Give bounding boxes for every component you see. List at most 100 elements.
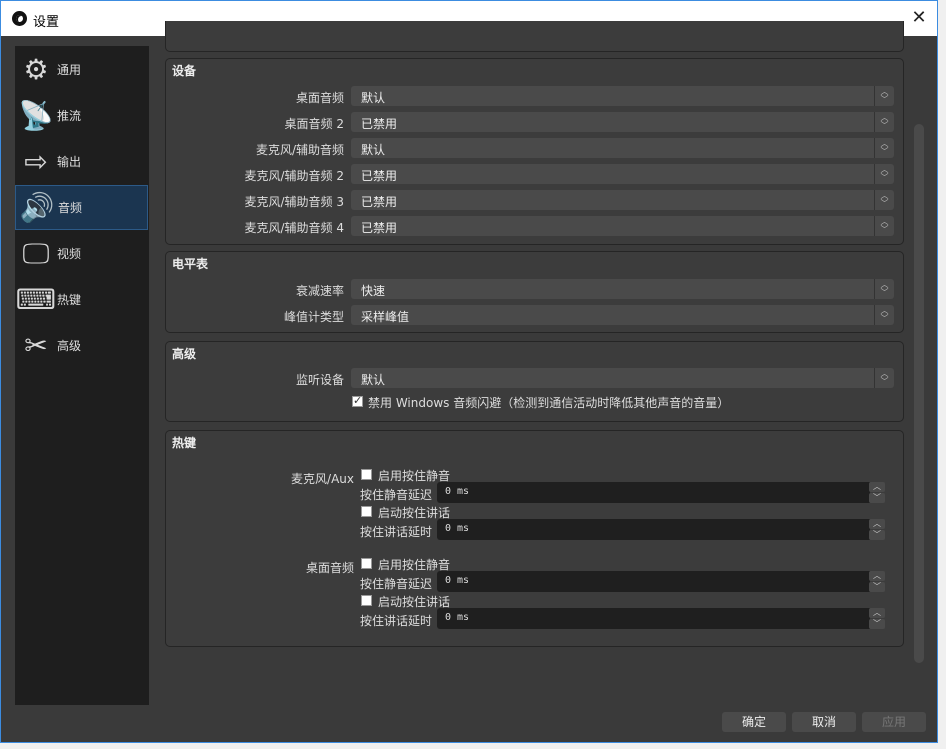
cancel-button[interactable]: 取消 bbox=[792, 712, 856, 732]
tools-icon: ✂ bbox=[24, 329, 48, 362]
advanced-title: 高级 bbox=[172, 347, 197, 361]
devices-select-value: 已禁用 bbox=[361, 221, 398, 235]
devices-row-label: 桌面音频 bbox=[295, 91, 344, 105]
vertical-scrollbar[interactable] bbox=[914, 124, 924, 663]
spin-down-icon[interactable]: ﹀ bbox=[869, 530, 885, 540]
spin-down-icon[interactable]: ﹀ bbox=[869, 493, 885, 503]
speaker-icon: 🔊 bbox=[19, 191, 55, 224]
sidebar-item-4[interactable]: 🖵 视频 bbox=[15, 231, 148, 276]
devices-select[interactable]: 默认 ︿ ﹀ bbox=[351, 86, 894, 106]
spin-down-icon[interactable]: ﹀ bbox=[869, 582, 885, 592]
updown-icon: ︿ ﹀ bbox=[874, 190, 894, 210]
spin-up-icon[interactable]: ︿ bbox=[869, 519, 885, 529]
sidebar-item-label: 通用 bbox=[57, 63, 82, 77]
devices-select[interactable]: 已禁用 ︿ ﹀ bbox=[351, 216, 894, 236]
updown-icon: ︿ ﹀ bbox=[874, 368, 894, 388]
spin-up-icon[interactable]: ︿ bbox=[869, 571, 885, 581]
meters-select-value: 采样峰值 bbox=[361, 310, 410, 324]
ok-button[interactable]: 确定 bbox=[722, 712, 786, 732]
spin-up-icon[interactable]: ︿ bbox=[869, 482, 885, 492]
devices-select-value: 默认 bbox=[361, 91, 386, 105]
updown-icon: ︿ ﹀ bbox=[874, 305, 894, 325]
meters-select[interactable]: 快速 ︿ ﹀ bbox=[351, 279, 894, 299]
updown-icon: ︿ ﹀ bbox=[874, 138, 894, 158]
devices-title: 设备 bbox=[172, 64, 197, 78]
devices-select[interactable]: 已禁用 ︿ ﹀ bbox=[351, 112, 894, 132]
push-to-mute-delay-input[interactable]: 0 ms ︿ ﹀ bbox=[437, 571, 885, 592]
push-to-mute-delay-label: 按住静音延迟 bbox=[360, 488, 433, 502]
meters-select-value: 快速 bbox=[361, 284, 386, 298]
push-to-talk-checkbox[interactable] bbox=[361, 506, 372, 517]
sidebar-item-1[interactable]: 📡 推流 bbox=[15, 93, 148, 138]
spin-up-icon[interactable]: ︿ bbox=[869, 608, 885, 618]
meters-row-label: 衰减速率 bbox=[295, 284, 344, 298]
delay-value: 0 ms bbox=[445, 486, 470, 497]
monitor-device-select[interactable]: 默认 ︿ ﹀ bbox=[351, 368, 894, 388]
settings-window: 设置 ✕ ⚙ 通用 📡 推流 ⇨ 输出 🔊 音频 🖵 视频 ⌨ 热键 ✂ 高级 设备 桌面音频 默认 ︿ ﹀ 桌… bbox=[0, 0, 938, 743]
devices-row-label: 麦克风/辅助音频 2 bbox=[244, 169, 345, 183]
devices-select-value: 默认 bbox=[361, 143, 386, 157]
monitor-device-label: 监听设备 bbox=[295, 373, 344, 387]
hotkeys-group: 热键 麦克风/Aux 启用按住静音 按住静音延迟 0 ms ︿ ﹀ 启动按住讲话 按… bbox=[165, 430, 904, 647]
previous-group-bottom bbox=[165, 21, 904, 52]
sidebar-item-label: 输出 bbox=[57, 155, 82, 169]
apply-button[interactable]: 应用 bbox=[862, 712, 926, 732]
sidebar-item-label: 热键 bbox=[57, 293, 82, 307]
meters-group: 电平表 衰减速率 快速 ︿ ﹀ 峰值计类型 采样峰值 ︿ ﹀ bbox=[165, 251, 904, 333]
hotkey-source-name: 桌面音频 bbox=[305, 561, 354, 575]
gear-icon: ⚙ bbox=[23, 53, 49, 86]
sidebar-item-label: 推流 bbox=[57, 109, 82, 123]
devices-select-value: 已禁用 bbox=[361, 195, 398, 209]
meters-title: 电平表 bbox=[172, 257, 209, 271]
sidebar-item-label: 高级 bbox=[57, 339, 82, 353]
monitor-icon: 🖵 bbox=[22, 236, 50, 270]
delay-value: 0 ms bbox=[445, 575, 470, 586]
sidebar-item-label: 音频 bbox=[58, 201, 83, 215]
monitor-device-value: 默认 bbox=[361, 373, 386, 387]
keyboard-icon: ⌨ bbox=[15, 283, 57, 316]
disable-ducking-checkbox[interactable] bbox=[352, 394, 363, 407]
updown-icon: ︿ ﹀ bbox=[874, 164, 894, 184]
push-to-mute-delay-label: 按住静音延迟 bbox=[360, 577, 433, 591]
push-to-talk-delay-label: 按住讲话延时 bbox=[360, 614, 433, 628]
push-to-talk-delay-input[interactable]: 0 ms ︿ ﹀ bbox=[437, 519, 885, 540]
hotkey-source-name: 麦克风/Aux bbox=[291, 472, 354, 486]
devices-select-value: 已禁用 bbox=[361, 117, 398, 131]
sidebar-item-3[interactable]: 🔊 音频 bbox=[15, 185, 148, 230]
close-button[interactable]: ✕ bbox=[909, 7, 929, 28]
updown-icon: ︿ ﹀ bbox=[874, 279, 894, 299]
hotkeys-title: 热键 bbox=[172, 436, 197, 450]
meters-row-label: 峰值计类型 bbox=[283, 310, 344, 324]
push-to-talk-delay-input[interactable]: 0 ms ︿ ﹀ bbox=[437, 608, 885, 629]
updown-icon: ︿ ﹀ bbox=[874, 216, 894, 236]
devices-row-label: 麦克风/辅助音频 bbox=[255, 143, 344, 157]
disable-ducking-label: 禁用 Windows 音频闪避（检测到通信活动时降低其他声音的音量） bbox=[368, 396, 730, 410]
broadcast-icon: 📡 bbox=[18, 99, 54, 132]
output-icon: ⇨ bbox=[24, 145, 48, 178]
devices-row-label: 麦克风/辅助音频 4 bbox=[244, 221, 345, 235]
delay-value: 0 ms bbox=[445, 612, 470, 623]
sidebar-item-5[interactable]: ⌨ 热键 bbox=[15, 277, 148, 322]
devices-select[interactable]: 已禁用 ︿ ﹀ bbox=[351, 164, 894, 184]
devices-row-label: 麦克风/辅助音频 3 bbox=[244, 195, 345, 209]
sidebar-item-2[interactable]: ⇨ 输出 bbox=[15, 139, 148, 184]
sidebar-item-6[interactable]: ✂ 高级 bbox=[15, 323, 148, 368]
obs-logo-icon bbox=[12, 11, 27, 26]
sidebar-item-0[interactable]: ⚙ 通用 bbox=[15, 47, 148, 92]
push-to-mute-delay-input[interactable]: 0 ms ︿ ﹀ bbox=[437, 482, 885, 503]
updown-icon: ︿ ﹀ bbox=[874, 86, 894, 106]
window-title: 设置 bbox=[33, 15, 60, 30]
push-to-mute-checkbox[interactable] bbox=[361, 558, 372, 569]
devices-select[interactable]: 已禁用 ︿ ﹀ bbox=[351, 190, 894, 210]
devices-select-value: 已禁用 bbox=[361, 169, 398, 183]
advanced-group: 高级 监听设备 默认 ︿﹀ 禁用 Windows 音频闪避（检测到通信活动时降低… bbox=[165, 341, 904, 422]
sidebar: ⚙ 通用 📡 推流 ⇨ 输出 🔊 音频 🖵 视频 ⌨ 热键 ✂ 高级 bbox=[15, 46, 149, 705]
spin-down-icon[interactable]: ﹀ bbox=[869, 619, 885, 629]
push-to-talk-checkbox[interactable] bbox=[361, 595, 372, 606]
devices-select[interactable]: 默认 ︿ ﹀ bbox=[351, 138, 894, 158]
meters-select[interactable]: 采样峰值 ︿ ﹀ bbox=[351, 305, 894, 325]
push-to-mute-checkbox[interactable] bbox=[361, 469, 372, 480]
push-to-talk-delay-label: 按住讲话延时 bbox=[360, 525, 433, 539]
updown-icon: ︿ ﹀ bbox=[874, 112, 894, 132]
devices-group: 设备 桌面音频 默认 ︿ ﹀ 桌面音频 2 已禁用 ︿ ﹀ 麦克风/辅助音频 默认 ︿ ﹀ 麦克风… bbox=[165, 58, 904, 245]
